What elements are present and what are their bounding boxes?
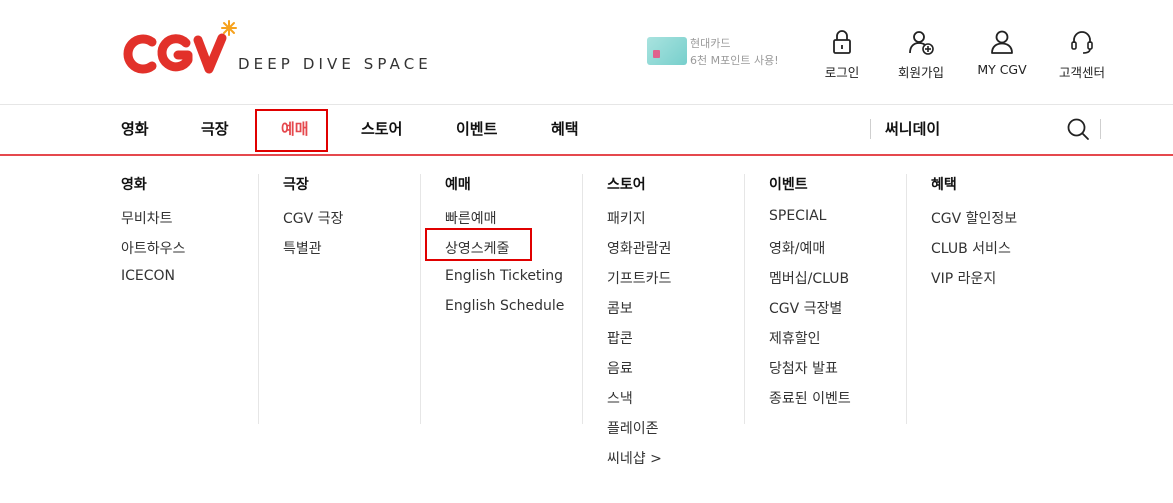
menu-link[interactable]: 기프트카드 <box>607 268 671 288</box>
column-divider <box>258 174 259 424</box>
user-icon <box>991 30 1013 54</box>
nav-event[interactable]: 이벤트 <box>456 118 497 139</box>
nav-movie[interactable]: 영화 <box>121 118 149 139</box>
menu-column-event: 이벤트 SPECIAL 영화/예매 멤버십/CLUB CGV 극장별 제휴할인 … <box>769 158 907 424</box>
nav-benefit[interactable]: 혜택 <box>551 118 579 139</box>
menu-link[interactable]: SPECIAL <box>769 208 826 224</box>
menu-link[interactable]: 멤버십/CLUB <box>769 268 849 288</box>
mycgv-link[interactable]: MY CGV <box>967 28 1037 77</box>
cgv-logo-mark <box>123 20 237 74</box>
menu-link[interactable]: CGV 극장 <box>283 208 343 228</box>
customer-center-link[interactable]: 고객센터 <box>1047 28 1117 81</box>
column-divider <box>906 174 907 424</box>
menu-column-title: 영화 <box>121 177 147 193</box>
menu-link[interactable]: 음료 <box>607 358 633 378</box>
menu-link[interactable]: 특별관 <box>283 238 322 258</box>
menu-column-title: 이벤트 <box>769 177 808 193</box>
add-user-icon <box>909 31 934 55</box>
menu-link[interactable]: 아트하우스 <box>121 238 185 258</box>
menu-link[interactable]: 영화/예매 <box>769 238 825 258</box>
header: DEEP DIVE SPACE 현대카드 6천 M포인트 사용! 로그인 회원가… <box>0 0 1173 104</box>
customer-center-label: 고객센터 <box>1058 65 1105 80</box>
mega-menu: 영화 무비차트 아트하우스 ICECON 극장 CGV 극장 특별관 예매 빠른… <box>0 158 1173 503</box>
menu-link[interactable]: 플레이존 <box>607 418 659 438</box>
menu-link[interactable]: CGV 극장별 <box>769 298 842 318</box>
menu-column-title: 예매 <box>445 177 471 193</box>
card-icon <box>647 37 687 65</box>
search-keyword[interactable]: 써니데이 <box>885 118 940 139</box>
menu-link-cineshop[interactable]: 씨네샵 > <box>607 448 662 468</box>
column-divider <box>420 174 421 424</box>
menu-link[interactable]: 영화관람권 <box>607 238 671 258</box>
nav-divider-right <box>1100 119 1101 139</box>
signup-label: 회원가입 <box>897 65 944 80</box>
menu-column-ticketing: 예매 빠른예매 상영스케줄 English Ticketing English … <box>445 158 583 424</box>
menu-link[interactable]: 패키지 <box>607 208 646 228</box>
login-label: 로그인 <box>824 65 860 80</box>
menu-link[interactable]: English Ticketing <box>445 268 563 284</box>
search-icon[interactable] <box>1066 117 1090 141</box>
menu-link[interactable]: 팝콘 <box>607 328 633 348</box>
menu-column-theater: 극장 CGV 극장 특별관 <box>283 158 421 424</box>
menu-column-store: 스토어 패키지 영화관람권 기프트카드 콤보 팝콘 음료 스낵 플레이존 씨네샵… <box>607 158 745 467</box>
login-link[interactable]: 로그인 <box>807 28 877 81</box>
schedule-highlight-box <box>425 228 532 261</box>
menu-column-movie: 영화 무비차트 아트하우스 ICECON <box>121 158 259 424</box>
menu-link[interactable]: VIP 라운지 <box>931 268 996 288</box>
menu-link[interactable]: 종료된 이벤트 <box>769 388 851 408</box>
tagline: DEEP DIVE SPACE <box>238 55 432 73</box>
menu-column-title: 극장 <box>283 177 309 193</box>
menu-link[interactable]: CGV 할인정보 <box>931 208 1017 228</box>
nav-divider <box>870 119 871 139</box>
menu-link[interactable]: 콤보 <box>607 298 633 318</box>
menu-link[interactable]: 무비차트 <box>121 208 173 228</box>
menu-link[interactable]: 빠른예매 <box>445 208 497 228</box>
menu-column-title: 혜택 <box>931 177 957 193</box>
column-divider <box>582 174 583 424</box>
menu-link[interactable]: English Schedule <box>445 298 564 314</box>
mycgv-label: MY CGV <box>977 62 1027 77</box>
menu-link[interactable]: CLUB 서비스 <box>931 238 1011 258</box>
nav-theater[interactable]: 극장 <box>201 118 229 139</box>
column-divider <box>744 174 745 424</box>
promo-line1: 현대카드 <box>690 37 731 50</box>
menu-link[interactable]: 스낵 <box>607 388 633 408</box>
cgv-logo[interactable] <box>118 20 240 80</box>
menu-link[interactable]: 제휴할인 <box>769 328 821 348</box>
nav-ticketing-highlight-box <box>255 109 328 152</box>
main-nav: 영화 극장 예매 스토어 이벤트 혜택 써니데이 <box>0 104 1173 156</box>
headset-icon <box>1071 31 1093 54</box>
menu-column-title: 스토어 <box>607 177 646 193</box>
nav-store[interactable]: 스토어 <box>361 118 402 139</box>
signup-link[interactable]: 회원가입 <box>886 28 956 81</box>
promo-line2: 6천 M포인트 사용! <box>690 54 779 67</box>
hyundai-card-promo[interactable]: 현대카드 6천 M포인트 사용! <box>647 35 779 71</box>
lock-icon <box>833 30 851 54</box>
menu-link[interactable]: ICECON <box>121 268 175 284</box>
menu-column-benefit: 혜택 CGV 할인정보 CLUB 서비스 VIP 라운지 <box>931 158 1093 424</box>
menu-link[interactable]: 당첨자 발표 <box>769 358 838 378</box>
